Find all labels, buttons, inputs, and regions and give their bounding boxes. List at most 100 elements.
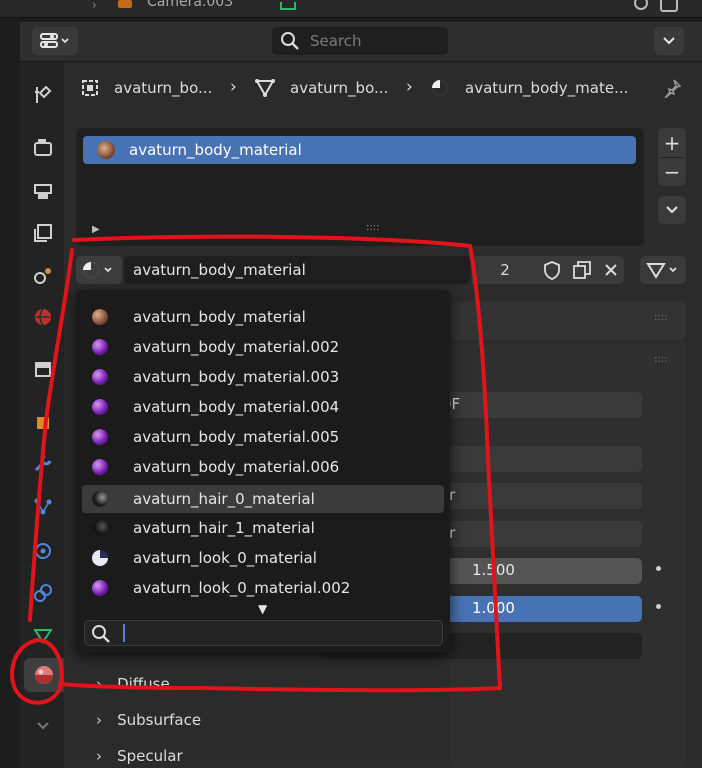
resize-grip-icon[interactable]: :::: (366, 222, 379, 233)
tab-object[interactable] (26, 406, 60, 440)
dropdown-item[interactable]: avaturn_look_0_material (82, 544, 444, 572)
breadcrumb-object: avaturn_bo... (114, 79, 213, 97)
material-icon (35, 666, 53, 684)
surface-shader-field[interactable]: DF (420, 392, 642, 418)
dropdown-item[interactable]: avaturn_body_material.006 (82, 453, 444, 481)
constraints-icon (34, 584, 52, 602)
dropdown-item-label: avaturn_hair_1_material (133, 519, 315, 537)
chevron-down-icon (663, 37, 675, 45)
color-input-field[interactable]: or (420, 483, 642, 509)
section-label: Specular (117, 747, 183, 765)
purple-sphere-icon (92, 339, 108, 355)
section-subsurface[interactable]: › Subsurface (96, 710, 201, 729)
slot-buttons: + − (658, 128, 686, 186)
section-label: Subsurface (117, 711, 202, 729)
slot-specials-button[interactable] (658, 196, 686, 224)
panel-grip-icon[interactable]: :::: (654, 312, 667, 323)
dropdown-search-input[interactable] (84, 620, 443, 646)
tab-constraints[interactable] (26, 576, 60, 610)
shader-field[interactable] (420, 446, 642, 472)
dropdown-item[interactable]: avaturn_body_material (82, 303, 444, 331)
chevron-right-icon: › (96, 675, 102, 693)
add-slot-button[interactable]: + (664, 129, 681, 157)
section-diffuse[interactable]: › Diffuse (96, 674, 170, 693)
tab-render[interactable] (26, 130, 60, 164)
dropdown-item[interactable]: avaturn_body_material.005 (82, 423, 444, 451)
link-data-button[interactable] (640, 256, 686, 284)
dropdown-item-label: avaturn_body_material.004 (133, 398, 340, 416)
editor-type-button[interactable] (32, 27, 78, 55)
purple-sphere-icon (92, 459, 108, 475)
user-count-button[interactable]: 2 (472, 256, 538, 284)
tab-view-layer[interactable] (26, 216, 60, 250)
tab-material[interactable] (24, 658, 64, 692)
remove-slot-button[interactable]: − (664, 158, 681, 186)
scroll-down-arrow-icon[interactable]: ▼ (258, 602, 267, 616)
tab-tool[interactable] (26, 78, 60, 112)
user-count: 2 (500, 261, 510, 279)
dropdown-item[interactable]: avaturn_body_material.002 (82, 333, 444, 361)
unlink-close-icon[interactable] (603, 262, 619, 278)
search-icon (92, 625, 110, 643)
hide-icon[interactable] (634, 0, 648, 10)
tab-physics[interactable] (26, 534, 60, 568)
dropdown-item[interactable]: avaturn_look_0_material.002 (82, 574, 444, 602)
physics-icon (35, 543, 51, 559)
ior-value: 1.500 (472, 561, 515, 579)
dropdown-item-label: avaturn_body_material.005 (133, 428, 340, 446)
camera-data-icon (280, 2, 296, 10)
chevron-down-icon (666, 206, 678, 214)
tab-output[interactable] (26, 174, 60, 208)
preview-panel-header[interactable]: :::: (450, 302, 686, 340)
search-icon (281, 32, 299, 50)
dropdown-item-label: avaturn_body_material.003 (133, 368, 340, 386)
object-outline-icon (82, 80, 98, 96)
pin-icon[interactable] (662, 78, 682, 98)
browse-material-button[interactable] (76, 256, 122, 284)
dropdown-item-label: avaturn_body_material.006 (133, 458, 340, 476)
dropdown-item[interactable]: avaturn_body_material.003 (82, 363, 444, 391)
properties-header: Search (20, 22, 702, 62)
wrench-icon (34, 454, 52, 472)
alpha-value: 1.000 (472, 599, 515, 617)
material-slots-list[interactable]: avaturn_body_material ▶ :::: (76, 128, 644, 246)
tab-particles[interactable] (26, 490, 60, 524)
header-options-button[interactable] (654, 27, 684, 55)
search-field[interactable]: Search (272, 27, 448, 55)
render-camera-icon[interactable] (660, 0, 678, 12)
dropdown-item[interactable]: avaturn_hair_1_material (82, 514, 444, 542)
world-icon (35, 308, 51, 326)
dropdown-item-label: avaturn_body_material.002 (133, 338, 340, 356)
section-specular[interactable]: › Specular (96, 746, 183, 765)
expand-triangle-icon[interactable]: ▶ (92, 224, 100, 235)
expand-arrow-icon[interactable]: › (92, 0, 97, 12)
dropdown-item-label: avaturn_body_material (133, 308, 306, 326)
output-icon (34, 184, 52, 199)
material-browse-dropdown: avaturn_body_material avaturn_body_mater… (76, 290, 450, 652)
material-browse-icon (83, 262, 112, 278)
breadcrumb-mesh: avaturn_bo... (290, 79, 389, 97)
dropdown-item-label: avaturn_hair_0_material (133, 490, 315, 508)
tool-icon (35, 85, 52, 103)
outliner-item-label[interactable]: Camera.003 (147, 0, 233, 10)
render-icon (34, 139, 52, 156)
search-placeholder: Search (310, 32, 362, 50)
tab-scene[interactable] (26, 258, 60, 292)
material-name-field[interactable]: avaturn_body_material (124, 256, 470, 284)
tab-data[interactable] (26, 618, 60, 652)
duplicate-icon[interactable] (572, 260, 592, 280)
particles-icon (34, 498, 52, 515)
tab-more-icon[interactable] (36, 716, 50, 735)
tab-modifiers[interactable] (26, 446, 60, 480)
mesh-icon (255, 79, 275, 98)
panel-grip-icon[interactable]: :::: (654, 354, 667, 365)
tab-collection[interactable] (26, 352, 60, 386)
tab-world[interactable] (26, 300, 60, 334)
dropdown-item[interactable]: avaturn_hair_0_material (82, 485, 444, 513)
color-input-field[interactable]: or (420, 521, 642, 547)
material-slot-row[interactable]: avaturn_body_material (83, 136, 636, 164)
keyframe-dot-icon[interactable] (656, 566, 661, 571)
keyframe-dot-icon[interactable] (656, 604, 661, 609)
dropdown-item[interactable]: avaturn_body_material.004 (82, 393, 444, 421)
fake-user-shield-icon[interactable] (543, 260, 561, 280)
